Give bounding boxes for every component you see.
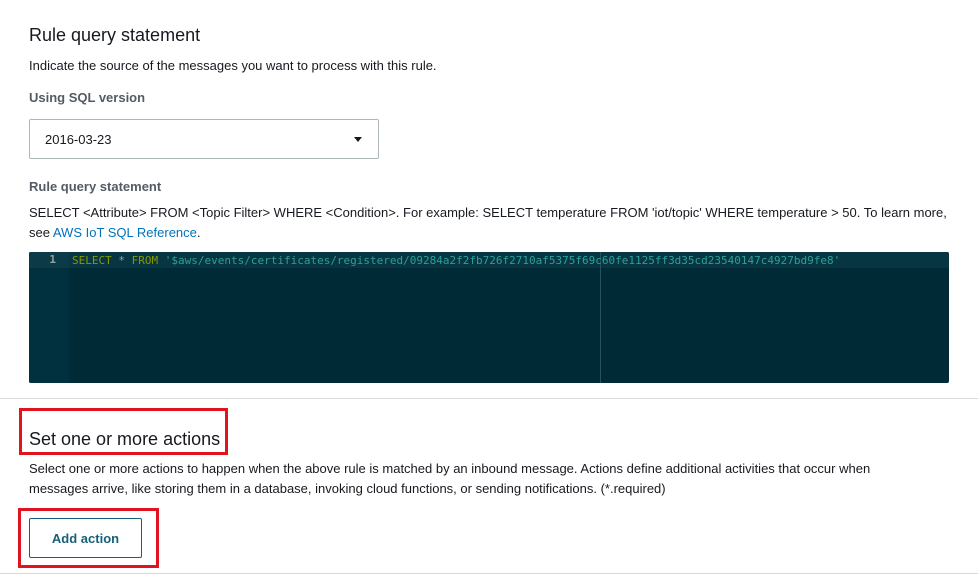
statement-label: Rule query statement <box>29 179 162 194</box>
rule-query-title: Rule query statement <box>29 25 201 45</box>
bottom-divider <box>0 573 978 574</box>
statement-help-text: SELECT <Attribute> FROM <Topic Filter> W… <box>29 203 949 243</box>
sql-version-select[interactable]: 2016-03-23 <box>29 119 379 159</box>
print-margin <box>600 252 601 383</box>
actions-title: Set one or more actions <box>29 429 221 449</box>
sql-version-label: Using SQL version <box>29 90 146 105</box>
add-action-button[interactable]: Add action <box>29 518 142 558</box>
keyword-select: SELECT <box>72 254 112 267</box>
caret-down-icon <box>354 137 362 142</box>
line-number: 1 <box>29 252 69 383</box>
line-number-1: 1 <box>49 253 56 266</box>
sql-editor[interactable]: 1 SELECT * FROM '$aws/events/certificate… <box>29 252 949 383</box>
help-suffix: . <box>196 225 201 240</box>
sql-reference-link[interactable]: AWS IoT SQL Reference <box>53 225 197 240</box>
actions-description: Select one or more actions to happen whe… <box>29 461 871 496</box>
rule-query-description: Indicate the source of the messages you … <box>29 58 437 73</box>
code-star: * <box>111 254 132 267</box>
section-divider <box>0 398 978 399</box>
sql-version-value: 2016-03-23 <box>45 131 112 147</box>
topic-string: '$aws/events/certificates/registered/092… <box>164 254 841 267</box>
keyword-from: FROM <box>131 254 159 267</box>
code-line: SELECT * FROM '$aws/events/certificates/… <box>72 254 840 267</box>
